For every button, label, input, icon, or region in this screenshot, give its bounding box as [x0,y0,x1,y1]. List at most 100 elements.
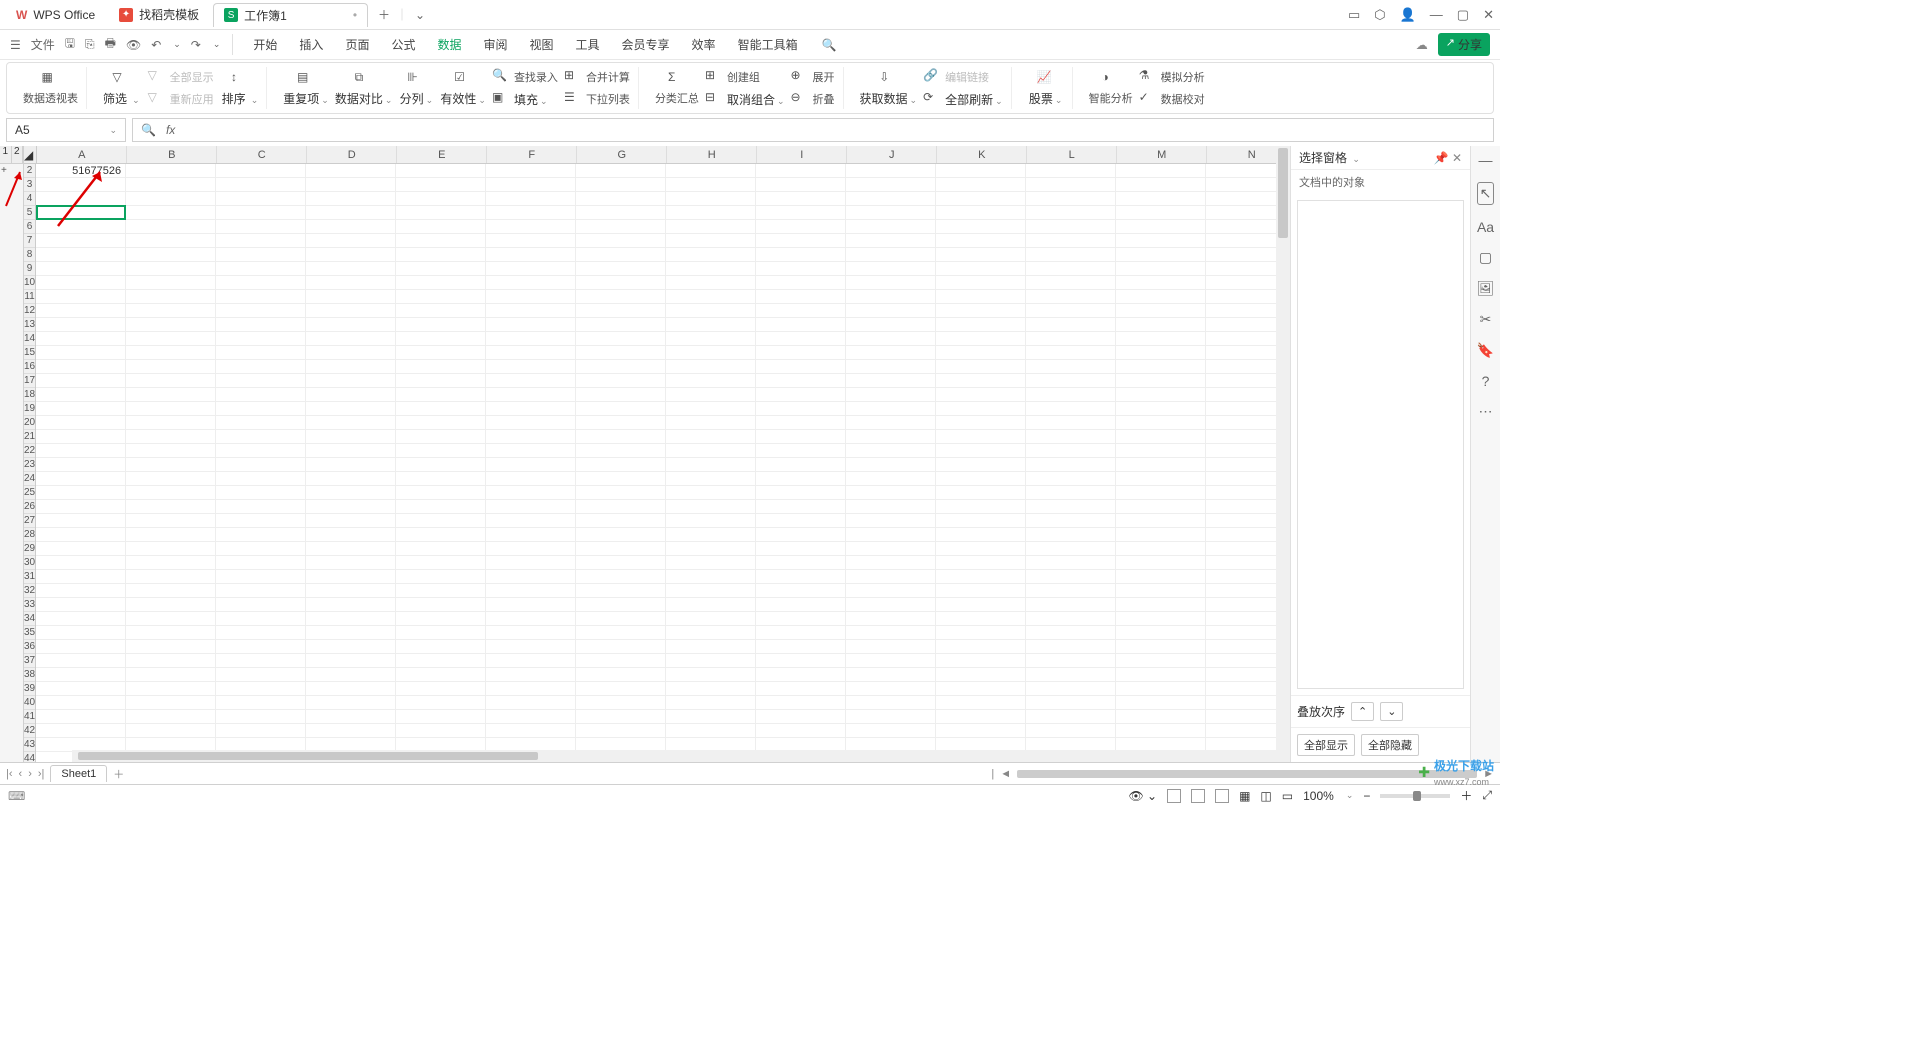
view-normal-button[interactable] [1167,789,1181,803]
image-icon[interactable]: 🖼 [1477,280,1495,297]
cell[interactable] [756,626,846,640]
zoom-out-button[interactable]: − [1363,789,1370,803]
cell[interactable] [1026,500,1116,514]
redo-icon[interactable]: ↷ [191,38,201,52]
zoom-in-button[interactable]: ＋ [1460,787,1472,804]
row-header[interactable]: 37 [24,654,35,668]
cell[interactable] [666,304,756,318]
cell[interactable] [666,598,756,612]
cell[interactable] [126,262,216,276]
row-header[interactable]: 19 [24,402,35,416]
cursor-icon[interactable]: ↖ [1477,182,1495,205]
cell[interactable] [36,304,126,318]
row-header[interactable]: 31 [24,570,35,584]
cell[interactable] [126,332,216,346]
cell[interactable] [216,626,306,640]
cell[interactable] [486,556,576,570]
cell[interactable] [486,598,576,612]
whatif-button[interactable]: ⚗模拟分析 [1139,67,1205,87]
cell[interactable] [1116,360,1206,374]
cell[interactable] [216,444,306,458]
cell[interactable] [126,416,216,430]
cell[interactable] [756,220,846,234]
cell[interactable] [126,696,216,710]
cell[interactable] [396,360,486,374]
cell[interactable] [846,542,936,556]
cell[interactable] [306,500,396,514]
cell[interactable] [846,206,936,220]
outline-1[interactable]: 1 [0,146,12,163]
cell[interactable] [576,374,666,388]
cell[interactable] [1116,612,1206,626]
cell[interactable] [216,640,306,654]
cell[interactable] [846,710,936,724]
cell[interactable] [756,346,846,360]
horizontal-scrollbar[interactable] [72,750,1290,762]
cell[interactable] [936,220,1026,234]
menu-data[interactable]: 数据 [427,32,471,57]
cell[interactable] [1116,584,1206,598]
cell[interactable] [126,164,216,178]
cell[interactable] [306,668,396,682]
cell[interactable] [306,598,396,612]
row-header[interactable]: 6 [24,220,35,234]
cell[interactable] [216,318,306,332]
panel-close-icon[interactable]: ✕ [1452,151,1462,165]
cell[interactable] [396,682,486,696]
cell[interactable] [486,724,576,738]
cell[interactable] [846,430,936,444]
cell[interactable] [486,416,576,430]
cell[interactable] [1116,276,1206,290]
cell[interactable] [666,248,756,262]
cell[interactable] [936,178,1026,192]
bookmark-icon[interactable]: 🔖 [1477,342,1494,359]
cell[interactable] [486,514,576,528]
close-button[interactable]: ✕ [1483,7,1494,23]
cell[interactable] [486,472,576,486]
cell[interactable] [576,444,666,458]
cell[interactable] [1026,612,1116,626]
menu-view[interactable]: 视图 [520,32,564,57]
cell[interactable] [306,304,396,318]
cell[interactable] [126,444,216,458]
cell[interactable] [126,472,216,486]
cell[interactable] [36,388,126,402]
reapply-button[interactable]: ▽重新应用 [148,89,214,109]
filter-button[interactable]: ▽筛选 ⌄ [103,70,140,107]
cell[interactable] [306,192,396,206]
cell[interactable] [936,374,1026,388]
cell[interactable] [216,556,306,570]
undo-icon[interactable]: ↶ [151,38,161,52]
cell[interactable] [846,178,936,192]
cell[interactable] [126,234,216,248]
keyboard-icon[interactable]: ⌨ [8,789,25,803]
cell[interactable] [126,542,216,556]
cell[interactable] [1116,472,1206,486]
cell[interactable] [396,640,486,654]
cell[interactable] [396,234,486,248]
next-sheet-button[interactable]: › [28,768,32,780]
cell[interactable] [36,360,126,374]
cell[interactable] [666,500,756,514]
cell[interactable] [1116,724,1206,738]
cell[interactable] [846,220,936,234]
cell[interactable] [396,668,486,682]
cell[interactable] [756,444,846,458]
cell[interactable] [846,724,936,738]
cell[interactable] [126,584,216,598]
cell[interactable] [576,528,666,542]
move-down-button[interactable]: ⌄ [1380,702,1403,721]
cell[interactable] [1116,668,1206,682]
cell[interactable] [756,640,846,654]
cell[interactable] [126,248,216,262]
cell[interactable] [1026,724,1116,738]
cell[interactable] [936,570,1026,584]
cell[interactable] [486,402,576,416]
cell[interactable] [756,290,846,304]
cell[interactable] [846,556,936,570]
cell[interactable] [126,192,216,206]
cell[interactable] [486,332,576,346]
cell[interactable] [1116,570,1206,584]
row-header[interactable]: 24 [24,472,35,486]
cell[interactable] [36,626,126,640]
